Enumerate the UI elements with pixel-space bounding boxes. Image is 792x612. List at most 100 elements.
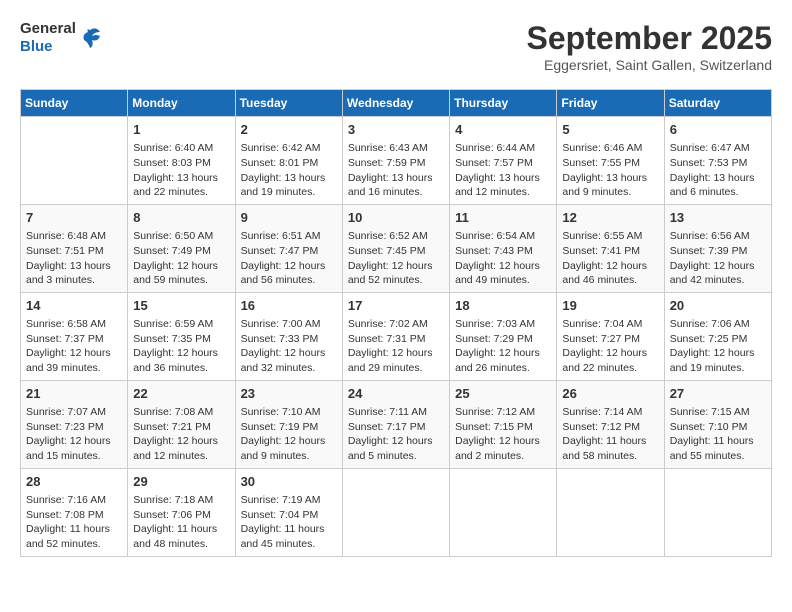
day-number: 21 — [26, 385, 122, 403]
cell-content: Sunrise: 7:03 AMSunset: 7:29 PMDaylight:… — [455, 317, 551, 376]
cell-content: Sunrise: 7:15 AMSunset: 7:10 PMDaylight:… — [670, 405, 766, 464]
cell-content: Sunrise: 7:14 AMSunset: 7:12 PMDaylight:… — [562, 405, 658, 464]
day-number: 27 — [670, 385, 766, 403]
calendar-cell — [450, 468, 557, 556]
weekday-header: Wednesday — [342, 90, 449, 117]
calendar-cell — [342, 468, 449, 556]
day-number: 26 — [562, 385, 658, 403]
calendar-cell: 26 Sunrise: 7:14 AMSunset: 7:12 PMDayligh… — [557, 380, 664, 468]
day-number: 19 — [562, 297, 658, 315]
calendar-cell: 10 Sunrise: 6:52 AMSunset: 7:45 PMDayligh… — [342, 204, 449, 292]
calendar-cell: 7 Sunrise: 6:48 AMSunset: 7:51 PMDaylight… — [21, 204, 128, 292]
calendar-week-row: 7 Sunrise: 6:48 AMSunset: 7:51 PMDaylight… — [21, 204, 772, 292]
calendar-cell — [21, 117, 128, 205]
cell-content: Sunrise: 6:56 AMSunset: 7:39 PMDaylight:… — [670, 229, 766, 288]
calendar-cell: 19 Sunrise: 7:04 AMSunset: 7:27 PMDayligh… — [557, 292, 664, 380]
cell-content: Sunrise: 7:08 AMSunset: 7:21 PMDaylight:… — [133, 405, 229, 464]
day-number: 17 — [348, 297, 444, 315]
calendar-cell: 6 Sunrise: 6:47 AMSunset: 7:53 PMDaylight… — [664, 117, 771, 205]
day-number: 28 — [26, 473, 122, 491]
calendar-cell: 11 Sunrise: 6:54 AMSunset: 7:43 PMDayligh… — [450, 204, 557, 292]
calendar-week-row: 14 Sunrise: 6:58 AMSunset: 7:37 PMDayligh… — [21, 292, 772, 380]
calendar-cell: 9 Sunrise: 6:51 AMSunset: 7:47 PMDaylight… — [235, 204, 342, 292]
cell-content: Sunrise: 7:04 AMSunset: 7:27 PMDaylight:… — [562, 317, 658, 376]
weekday-header: Friday — [557, 90, 664, 117]
cell-content: Sunrise: 6:50 AMSunset: 7:49 PMDaylight:… — [133, 229, 229, 288]
day-number: 12 — [562, 209, 658, 227]
cell-content: Sunrise: 6:48 AMSunset: 7:51 PMDaylight:… — [26, 229, 122, 288]
day-number: 11 — [455, 209, 551, 227]
day-number: 18 — [455, 297, 551, 315]
weekday-header: Thursday — [450, 90, 557, 117]
calendar-cell: 20 Sunrise: 7:06 AMSunset: 7:25 PMDayligh… — [664, 292, 771, 380]
weekday-header: Sunday — [21, 90, 128, 117]
day-number: 15 — [133, 297, 229, 315]
calendar-cell: 4Sunrise: 6:44 AMSunset: 7:57 PMDaylight… — [450, 117, 557, 205]
calendar-table: SundayMondayTuesdayWednesdayThursdayFrid… — [20, 89, 772, 557]
cell-content: Sunrise: 6:52 AMSunset: 7:45 PMDaylight:… — [348, 229, 444, 288]
cell-content: Sunrise: 6:51 AMSunset: 7:47 PMDaylight:… — [241, 229, 337, 288]
calendar-cell: 23 Sunrise: 7:10 AMSunset: 7:19 PMDayligh… — [235, 380, 342, 468]
calendar-cell — [664, 468, 771, 556]
day-number: 6 — [670, 121, 766, 139]
day-number: 2 — [241, 121, 337, 139]
cell-content: Sunrise: 7:19 AMSunset: 7:04 PMDaylight:… — [241, 493, 337, 552]
day-number: 7 — [26, 209, 122, 227]
cell-content: Sunrise: 7:02 AMSunset: 7:31 PMDaylight:… — [348, 317, 444, 376]
day-number: 20 — [670, 297, 766, 315]
calendar-cell: 1Sunrise: 6:40 AMSunset: 8:03 PMDaylight… — [128, 117, 235, 205]
cell-content: Sunrise: 6:59 AMSunset: 7:35 PMDaylight:… — [133, 317, 229, 376]
weekday-header: Monday — [128, 90, 235, 117]
cell-content: Sunrise: 6:54 AMSunset: 7:43 PMDaylight:… — [455, 229, 551, 288]
day-number: 10 — [348, 209, 444, 227]
calendar-cell: 2 Sunrise: 6:42 AMSunset: 8:01 PMDaylight… — [235, 117, 342, 205]
day-number: 14 — [26, 297, 122, 315]
day-number: 4 — [455, 121, 551, 139]
calendar-cell: 3 Sunrise: 6:43 AMSunset: 7:59 PMDaylight… — [342, 117, 449, 205]
calendar-week-row: 1Sunrise: 6:40 AMSunset: 8:03 PMDaylight… — [21, 117, 772, 205]
day-number: 1 — [133, 121, 229, 139]
calendar-cell: 5Sunrise: 6:46 AMSunset: 7:55 PMDaylight… — [557, 117, 664, 205]
calendar-cell: 21Sunrise: 7:07 AMSunset: 7:23 PMDayligh… — [21, 380, 128, 468]
cell-content: Sunrise: 6:42 AMSunset: 8:01 PMDaylight:… — [241, 141, 337, 200]
calendar-cell: 28Sunrise: 7:16 AMSunset: 7:08 PMDayligh… — [21, 468, 128, 556]
day-number: 13 — [670, 209, 766, 227]
cell-content: Sunrise: 7:18 AMSunset: 7:06 PMDaylight:… — [133, 493, 229, 552]
day-number: 9 — [241, 209, 337, 227]
calendar-cell: 14 Sunrise: 6:58 AMSunset: 7:37 PMDayligh… — [21, 292, 128, 380]
header-row: SundayMondayTuesdayWednesdayThursdayFrid… — [21, 90, 772, 117]
month-title: September 2025 — [527, 20, 772, 57]
calendar-week-row: 21Sunrise: 7:07 AMSunset: 7:23 PMDayligh… — [21, 380, 772, 468]
day-number: 3 — [348, 121, 444, 139]
day-number: 25 — [455, 385, 551, 403]
cell-content: Sunrise: 6:55 AMSunset: 7:41 PMDaylight:… — [562, 229, 658, 288]
calendar-cell: 29 Sunrise: 7:18 AMSunset: 7:06 PMDayligh… — [128, 468, 235, 556]
cell-content: Sunrise: 6:47 AMSunset: 7:53 PMDaylight:… — [670, 141, 766, 200]
cell-content: Sunrise: 6:43 AMSunset: 7:59 PMDaylight:… — [348, 141, 444, 200]
calendar-cell: 13 Sunrise: 6:56 AMSunset: 7:39 PMDayligh… — [664, 204, 771, 292]
calendar-cell: 22 Sunrise: 7:08 AMSunset: 7:21 PMDayligh… — [128, 380, 235, 468]
logo-text: GeneralBlue — [20, 20, 76, 56]
cell-content: Sunrise: 6:46 AMSunset: 7:55 PMDaylight:… — [562, 141, 658, 200]
calendar-week-row: 28Sunrise: 7:16 AMSunset: 7:08 PMDayligh… — [21, 468, 772, 556]
cell-content: Sunrise: 7:11 AMSunset: 7:17 PMDaylight:… — [348, 405, 444, 464]
day-number: 24 — [348, 385, 444, 403]
day-number: 8 — [133, 209, 229, 227]
day-number: 30 — [241, 473, 337, 491]
calendar-cell: 17 Sunrise: 7:02 AMSunset: 7:31 PMDayligh… — [342, 292, 449, 380]
day-number: 23 — [241, 385, 337, 403]
title-area: September 2025 Eggersriet, Saint Gallen,… — [527, 20, 772, 73]
calendar-cell: 16Sunrise: 7:00 AMSunset: 7:33 PMDayligh… — [235, 292, 342, 380]
day-number: 22 — [133, 385, 229, 403]
cell-content: Sunrise: 7:06 AMSunset: 7:25 PMDaylight:… — [670, 317, 766, 376]
calendar-cell — [557, 468, 664, 556]
calendar-cell: 18 Sunrise: 7:03 AMSunset: 7:29 PMDayligh… — [450, 292, 557, 380]
location: Eggersriet, Saint Gallen, Switzerland — [527, 57, 772, 73]
calendar-cell: 25Sunrise: 7:12 AMSunset: 7:15 PMDayligh… — [450, 380, 557, 468]
day-number: 16 — [241, 297, 337, 315]
calendar-cell: 12 Sunrise: 6:55 AMSunset: 7:41 PMDayligh… — [557, 204, 664, 292]
cell-content: Sunrise: 6:58 AMSunset: 7:37 PMDaylight:… — [26, 317, 122, 376]
calendar-cell: 30 Sunrise: 7:19 AMSunset: 7:04 PMDayligh… — [235, 468, 342, 556]
day-number: 29 — [133, 473, 229, 491]
cell-content: Sunrise: 7:10 AMSunset: 7:19 PMDaylight:… — [241, 405, 337, 464]
